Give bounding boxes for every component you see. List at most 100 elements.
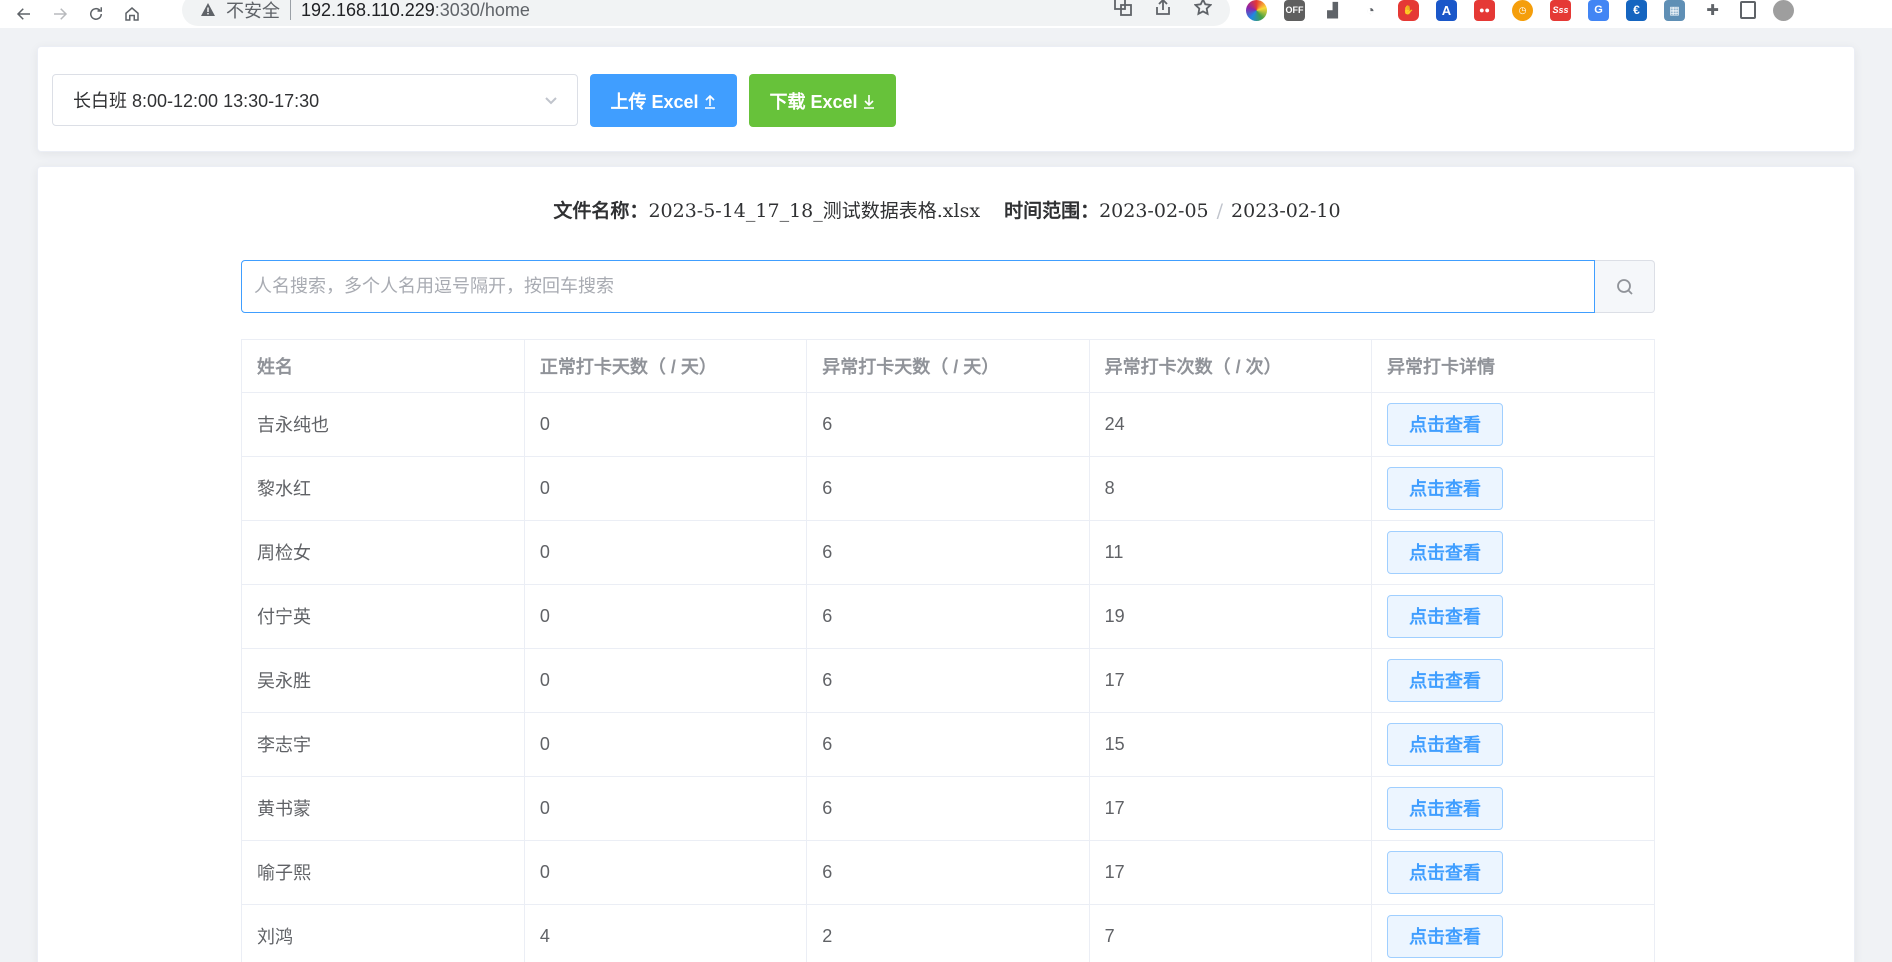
cell-abnormal-count: 17 — [1089, 648, 1373, 713]
toolbar-card: 长白班 8:00-12:00 13:30-17:30 上传 Excel 下载 E… — [37, 46, 1855, 152]
cell-details: 点击查看 — [1371, 648, 1654, 713]
cell-details: 点击查看 — [1371, 904, 1654, 962]
address-bar[interactable]: 不安全 192.168.110.229:3030/home — [182, 0, 1230, 26]
upload-excel-button[interactable]: 上传 Excel — [590, 74, 737, 127]
time-range-separator: / — [1216, 200, 1224, 222]
bookmark-star-icon[interactable] — [1194, 0, 1212, 16]
cell-name: 付宁英 — [242, 584, 525, 649]
view-details-button[interactable]: 点击查看 — [1387, 850, 1504, 894]
tray-icon[interactable]: ▟ — [1322, 0, 1343, 21]
insecure-label[interactable]: 不安全 — [226, 0, 280, 23]
adblock-icon[interactable]: ✋ — [1398, 0, 1419, 21]
cell-abnormal-count: 17 — [1089, 776, 1373, 841]
cell-abnormal-count: 11 — [1089, 520, 1373, 585]
cell-details: 点击查看 — [1371, 392, 1654, 457]
cell-normal-days: 0 — [524, 520, 808, 585]
cell-name: 喻子熙 — [242, 840, 525, 905]
sss-icon[interactable]: Sss — [1550, 0, 1571, 21]
puzzle-icon[interactable]: ✚ — [1702, 0, 1723, 21]
column-header-name: 姓名 — [242, 340, 525, 393]
url-host: 192.168.110.229 — [301, 0, 435, 20]
cell-details: 点击查看 — [1371, 840, 1654, 905]
view-details-button[interactable]: 点击查看 — [1387, 466, 1504, 510]
cell-normal-days: 0 — [524, 648, 808, 713]
cell-name: 刘鸿 — [242, 904, 525, 962]
timer-icon[interactable]: ◷ — [1512, 0, 1533, 21]
cell-abnormal-count: 15 — [1089, 712, 1373, 777]
color-wheel-icon[interactable] — [1246, 0, 1267, 21]
column-header-normal-days: 正常打卡天数（ / 天） — [524, 340, 808, 393]
readhub-icon[interactable]: ●● — [1474, 0, 1495, 21]
view-details-button[interactable]: 点击查看 — [1387, 530, 1504, 574]
cell-details: 点击查看 — [1371, 520, 1654, 585]
browser-toolbar: 不安全 192.168.110.229:3030/home OFF ▟ ◔ ✋ … — [0, 0, 1892, 28]
forward-icon[interactable] — [48, 2, 72, 26]
view-details-button[interactable]: 点击查看 — [1387, 722, 1504, 766]
font-a-icon[interactable]: A — [1436, 0, 1457, 21]
upload-label: 上传 Excel — [610, 91, 699, 112]
file-info: 文件名称：2023-5-14_17_18_测试数据表格.xlsx 时间范围：202… — [38, 196, 1856, 223]
table-row: 黄书蒙 0 6 17 点击查看 — [242, 776, 1654, 841]
cell-details: 点击查看 — [1371, 776, 1654, 841]
cell-details: 点击查看 — [1371, 712, 1654, 777]
cell-abnormal-days: 6 — [806, 520, 1090, 585]
divider — [290, 0, 291, 20]
cell-abnormal-days: 6 — [806, 456, 1090, 521]
search-button[interactable] — [1595, 260, 1655, 313]
profile-avatar-icon[interactable] — [1773, 0, 1794, 21]
off-icon[interactable]: OFF — [1284, 0, 1305, 21]
cell-name: 吉永纯也 — [242, 392, 525, 457]
back-icon[interactable] — [12, 2, 36, 26]
table-row: 李志宇 0 6 15 点击查看 — [242, 712, 1654, 777]
shift-select-value: 长白班 8:00-12:00 13:30-17:30 — [73, 91, 320, 111]
attendance-table: 姓名 正常打卡天数（ / 天） 异常打卡天数（ / 天） 异常打卡次数（ / 次… — [241, 339, 1655, 962]
cell-abnormal-count: 8 — [1089, 456, 1373, 521]
cell-name: 黎水红 — [242, 456, 525, 521]
view-details-button[interactable]: 点击查看 — [1387, 402, 1504, 446]
time-range-start: 2023-02-05 — [1099, 200, 1209, 222]
view-details-button[interactable]: 点击查看 — [1387, 594, 1504, 638]
cell-abnormal-days: 6 — [806, 840, 1090, 905]
cell-abnormal-days: 2 — [806, 904, 1090, 962]
shift-select[interactable]: 长白班 8:00-12:00 13:30-17:30 — [52, 74, 578, 126]
translate-icon[interactable]: G — [1588, 0, 1609, 21]
cell-normal-days: 0 — [524, 776, 808, 841]
cell-abnormal-days: 6 — [806, 392, 1090, 457]
cell-abnormal-count: 17 — [1089, 840, 1373, 905]
robot-icon[interactable]: ▦ — [1664, 0, 1685, 21]
speed-icon[interactable]: ◔ — [1360, 0, 1381, 21]
cell-normal-days: 0 — [524, 392, 808, 457]
time-range-end: 2023-02-10 — [1231, 200, 1341, 222]
table-row: 喻子熙 0 6 17 点击查看 — [242, 840, 1654, 905]
table-row: 付宁英 0 6 19 点击查看 — [242, 584, 1654, 649]
cell-details: 点击查看 — [1371, 456, 1654, 521]
view-details-button[interactable]: 点击查看 — [1387, 786, 1504, 830]
cell-abnormal-days: 6 — [806, 584, 1090, 649]
euro-icon[interactable]: € — [1626, 0, 1647, 21]
cell-abnormal-count: 19 — [1089, 584, 1373, 649]
share-icon[interactable] — [1154, 0, 1172, 16]
table-header-row: 姓名 正常打卡天数（ / 天） 异常打卡天数（ / 天） 异常打卡次数（ / 次… — [242, 340, 1654, 393]
cell-normal-days: 4 — [524, 904, 808, 962]
cell-abnormal-count: 24 — [1089, 392, 1373, 457]
column-header-details: 异常打卡详情 — [1371, 340, 1654, 393]
url-text[interactable]: 192.168.110.229:3030/home — [301, 0, 530, 21]
reload-icon[interactable] — [84, 2, 108, 26]
time-range-label: 时间范围： — [1004, 201, 1100, 222]
home-icon[interactable] — [120, 2, 144, 26]
url-path: :3030/home — [434, 0, 530, 20]
cell-normal-days: 0 — [524, 456, 808, 521]
sidepanel-icon[interactable] — [1740, 1, 1756, 19]
view-details-button[interactable]: 点击查看 — [1387, 914, 1504, 958]
chevron-down-icon — [543, 92, 559, 108]
cell-abnormal-days: 6 — [806, 648, 1090, 713]
translate-page-icon[interactable] — [1114, 0, 1132, 16]
file-name-value: 2023-5-14_17_18_测试数据表格.xlsx — [648, 200, 981, 222]
view-details-button[interactable]: 点击查看 — [1387, 658, 1504, 702]
file-name-label: 文件名称： — [553, 201, 649, 222]
warning-icon[interactable] — [200, 2, 216, 18]
download-excel-button[interactable]: 下载 Excel — [749, 74, 896, 127]
cell-normal-days: 0 — [524, 584, 808, 649]
cell-normal-days: 0 — [524, 840, 808, 905]
search-input[interactable] — [241, 260, 1595, 313]
